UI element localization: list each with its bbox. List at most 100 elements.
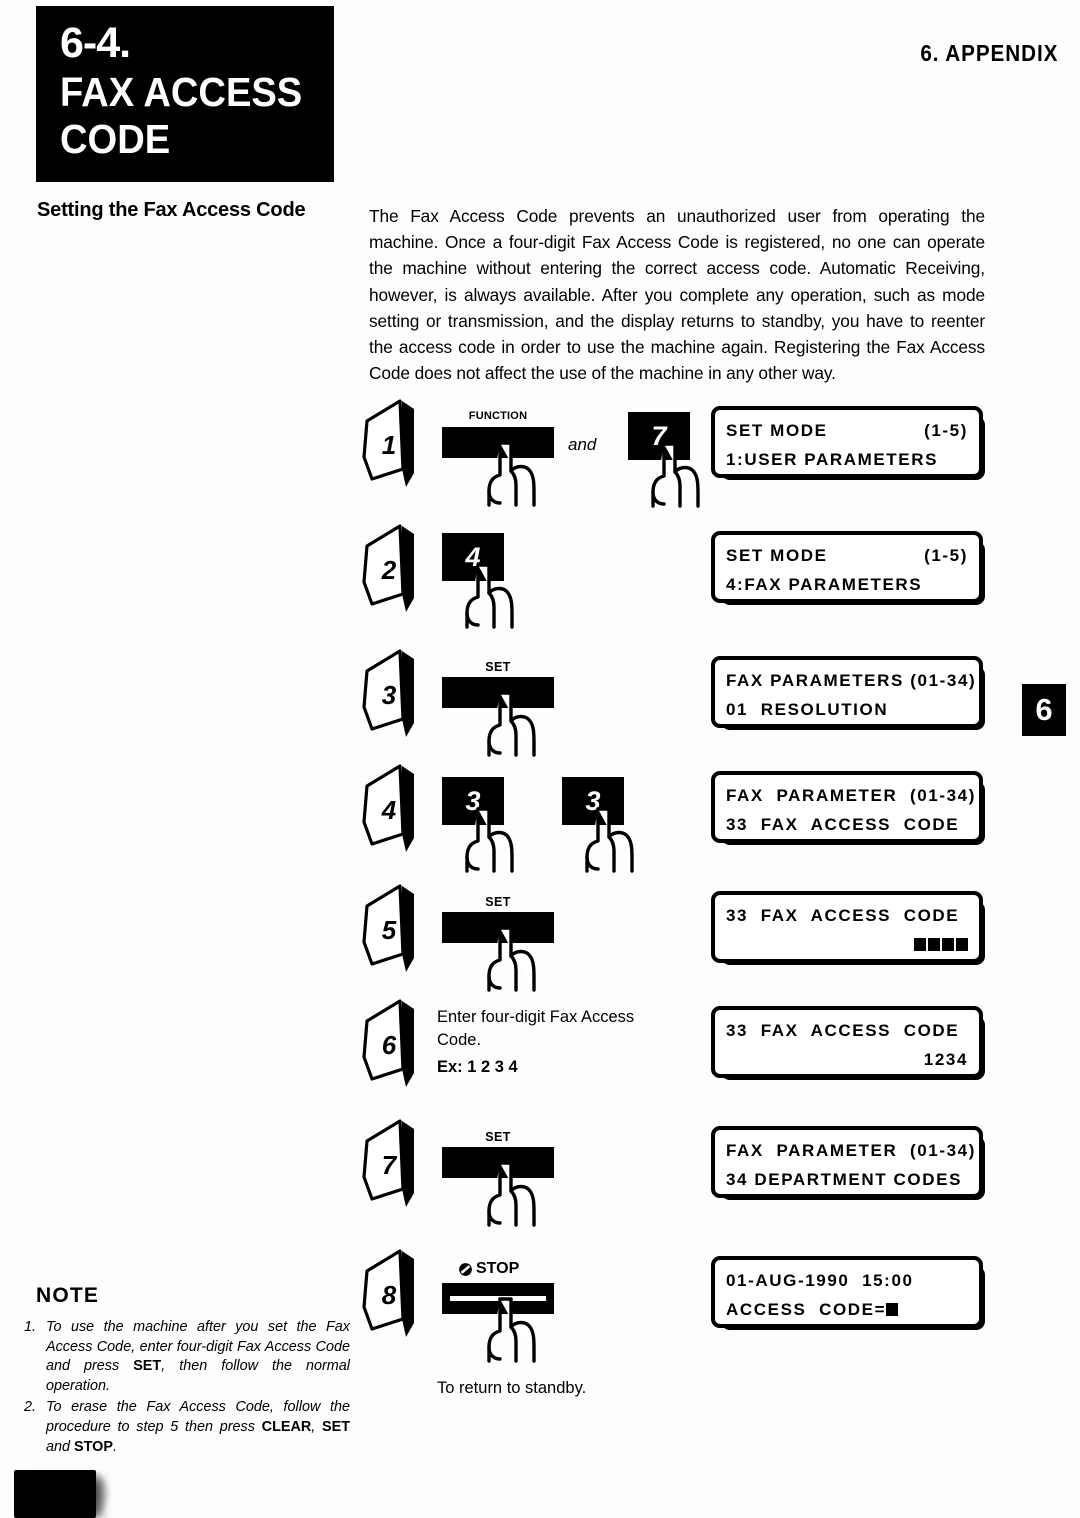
- procedure-step: 8 STOP To return to standby. 01-AUG-1990 15…: [0, 0, 1080, 1397]
- note-title: NOTE: [36, 1284, 100, 1307]
- lcd-line-2: 01 RESOLUTION: [726, 695, 968, 724]
- note-text: and: [46, 1438, 75, 1455]
- lcd-line-2: [726, 930, 968, 959]
- note-key-name: SET: [322, 1418, 350, 1435]
- key-label-function: FUNCTION: [468, 410, 528, 422]
- lcd-screen: SET MODE (1-5) 4:FAX PARAMETERS: [715, 535, 979, 599]
- lcd-screen: 33 FAX ACCESS CODE: [715, 895, 979, 959]
- lcd-line-1: SET MODE (1-5): [726, 416, 968, 445]
- lcd-line-2: 4:FAX PARAMETERS: [726, 570, 968, 599]
- lcd-line-2-text: 4:FAX PARAMETERS: [726, 575, 923, 594]
- lcd-cursor-blocks: [886, 1300, 899, 1319]
- note-text: ,: [311, 1418, 322, 1435]
- lcd-block-char: [886, 1303, 899, 1316]
- step-instruction: Enter four-digit Fax Access Code. Ex: 1 2…: [437, 1006, 662, 1079]
- pointing-hand-icon: [480, 1161, 544, 1232]
- stop-icon: [458, 1262, 473, 1277]
- section-title-line2: CODE: [60, 116, 171, 162]
- lcd-line-2-text: 1:USER PARAMETERS: [726, 450, 939, 469]
- lcd-line-1: 33 FAX ACCESS CODE: [726, 901, 968, 930]
- lcd-screen: FAX PARAMETER (01-34) 34 DEPARTMENT CODES: [715, 1130, 979, 1194]
- lcd-block-char: [928, 938, 940, 951]
- section-title-block: 6-4. FAX ACCESS CODE: [36, 6, 334, 182]
- lcd-block-char: [942, 938, 954, 951]
- step-number-marker: 2: [362, 524, 424, 616]
- lcd-line-1-text: FAX PARAMETER (01-34): [726, 1141, 976, 1160]
- step-number: 5: [381, 914, 397, 945]
- step-number: 2: [381, 554, 397, 585]
- step-number-marker: 8: [362, 1249, 424, 1341]
- key-label-set: SET: [485, 660, 511, 674]
- lcd-display: 33 FAX ACCESS CODE 1234: [711, 1006, 985, 1080]
- lcd-line-1-right: (1-5): [924, 546, 968, 565]
- lcd-line-1: 01-AUG-1990 15:00: [726, 1266, 968, 1295]
- lcd-line-2-text: 33 FAX ACCESS CODE: [726, 815, 960, 834]
- step-number-marker: 1: [362, 399, 424, 491]
- step-number: 4: [381, 794, 397, 825]
- step-number-marker: 7: [362, 1119, 424, 1211]
- lcd-line-1: FAX PARAMETERS (01-34): [726, 666, 975, 695]
- note-item: 1. To use the machine after you set the F…: [20, 1318, 350, 1396]
- chapter-tab-6: 6: [1022, 684, 1066, 736]
- pointing-hand-icon: [480, 926, 544, 997]
- note-key-name: STOP: [74, 1438, 113, 1455]
- note-item-index: 1.: [24, 1319, 37, 1335]
- step-number-marker: 3: [362, 649, 424, 741]
- lcd-line-1-text: 33 FAX ACCESS CODE: [726, 906, 960, 925]
- lcd-screen: FAX PARAMETER (01-34) 33 FAX ACCESS CODE: [715, 775, 979, 839]
- lcd-display: FAX PARAMETER (01-34) 34 DEPARTMENT CODES: [711, 1126, 985, 1200]
- lcd-block-char: [956, 938, 968, 951]
- note-key-name: SET: [133, 1358, 162, 1375]
- lcd-display: FAX PARAMETERS (01-34) 01 RESOLUTION: [711, 656, 985, 730]
- lcd-line-2: ACCESS CODE=: [726, 1295, 968, 1324]
- lcd-screen: 33 FAX ACCESS CODE 1234: [715, 1010, 979, 1074]
- lcd-display: FAX PARAMETER (01-34) 33 FAX ACCESS CODE: [711, 771, 985, 845]
- manual-page: 6-4. FAX ACCESS CODE 6. APPENDIX Setting…: [0, 0, 1080, 1518]
- lcd-block-char: [914, 938, 926, 951]
- pointing-hand-icon: [644, 442, 708, 513]
- step-number: 6: [381, 1029, 397, 1060]
- step-number: 3: [381, 679, 397, 710]
- pointing-hand-icon: [480, 691, 544, 762]
- note-item: 2. To erase the Fax Access Code, follow t…: [20, 1398, 350, 1457]
- lcd-line-2-text: 34 DEPARTMENT CODES: [726, 1170, 963, 1189]
- lcd-line-2: 1:USER PARAMETERS: [726, 445, 968, 474]
- pointing-hand-icon: [480, 1297, 544, 1368]
- section-heading: Setting the Fax Access Code: [37, 199, 306, 221]
- section-title-line1: FAX ACCESS: [60, 69, 303, 115]
- lcd-screen: 01-AUG-1990 15:00 ACCESS CODE=: [715, 1260, 979, 1324]
- lcd-line-2: 33 FAX ACCESS CODE: [726, 810, 968, 839]
- lcd-screen: FAX PARAMETERS (01-34) 01 RESOLUTION: [715, 660, 979, 724]
- key-label-set: SET: [485, 895, 511, 909]
- running-head: 6. APPENDIX: [920, 40, 1058, 66]
- lcd-line-2: 34 DEPARTMENT CODES: [726, 1165, 968, 1194]
- lcd-line-1: SET MODE (1-5): [726, 541, 968, 570]
- standby-caption: To return to standby.: [437, 1379, 587, 1397]
- lcd-line-1-text: 33 FAX ACCESS CODE: [726, 1021, 960, 1040]
- lcd-screen: SET MODE (1-5) 1:USER PARAMETERS: [715, 410, 979, 474]
- lcd-line-1-text: 01-AUG-1990 15:00: [726, 1271, 914, 1290]
- pointing-hand-icon: [480, 441, 544, 512]
- lcd-line-2-text: 01 RESOLUTION: [726, 700, 889, 719]
- note-text: .: [112, 1438, 117, 1455]
- lcd-line-1-text: SET MODE: [726, 421, 828, 440]
- step-example: Ex: 1 2 3 4: [437, 1058, 518, 1076]
- stop-text: STOP: [476, 1260, 520, 1277]
- lcd-line-1: FAX PARAMETER (01-34): [726, 781, 974, 810]
- conjunction-and: and: [568, 435, 597, 454]
- step-number-marker: 4: [362, 764, 424, 856]
- section-body-text: The Fax Access Code prevents an unauthor…: [369, 206, 985, 384]
- lcd-line-1-text: FAX PARAMETER (01-34): [726, 786, 976, 805]
- key-label-set: SET: [485, 1130, 511, 1144]
- step-number: 8: [381, 1279, 397, 1310]
- lcd-line-2-right: 1234: [923, 1050, 968, 1069]
- lcd-display: 01-AUG-1990 15:00 ACCESS CODE=: [711, 1256, 985, 1330]
- note-key-name: CLEAR: [261, 1418, 312, 1435]
- step-number-marker: 6: [362, 999, 424, 1091]
- lcd-display: SET MODE (1-5) 4:FAX PARAMETERS: [711, 531, 985, 605]
- pointing-hand-icon: [458, 807, 522, 878]
- note-item-index: 2.: [24, 1399, 37, 1416]
- lcd-line-2-text: ACCESS CODE=: [726, 1300, 887, 1319]
- step-number: 7: [381, 1149, 397, 1180]
- lcd-cursor-blocks: [914, 930, 968, 959]
